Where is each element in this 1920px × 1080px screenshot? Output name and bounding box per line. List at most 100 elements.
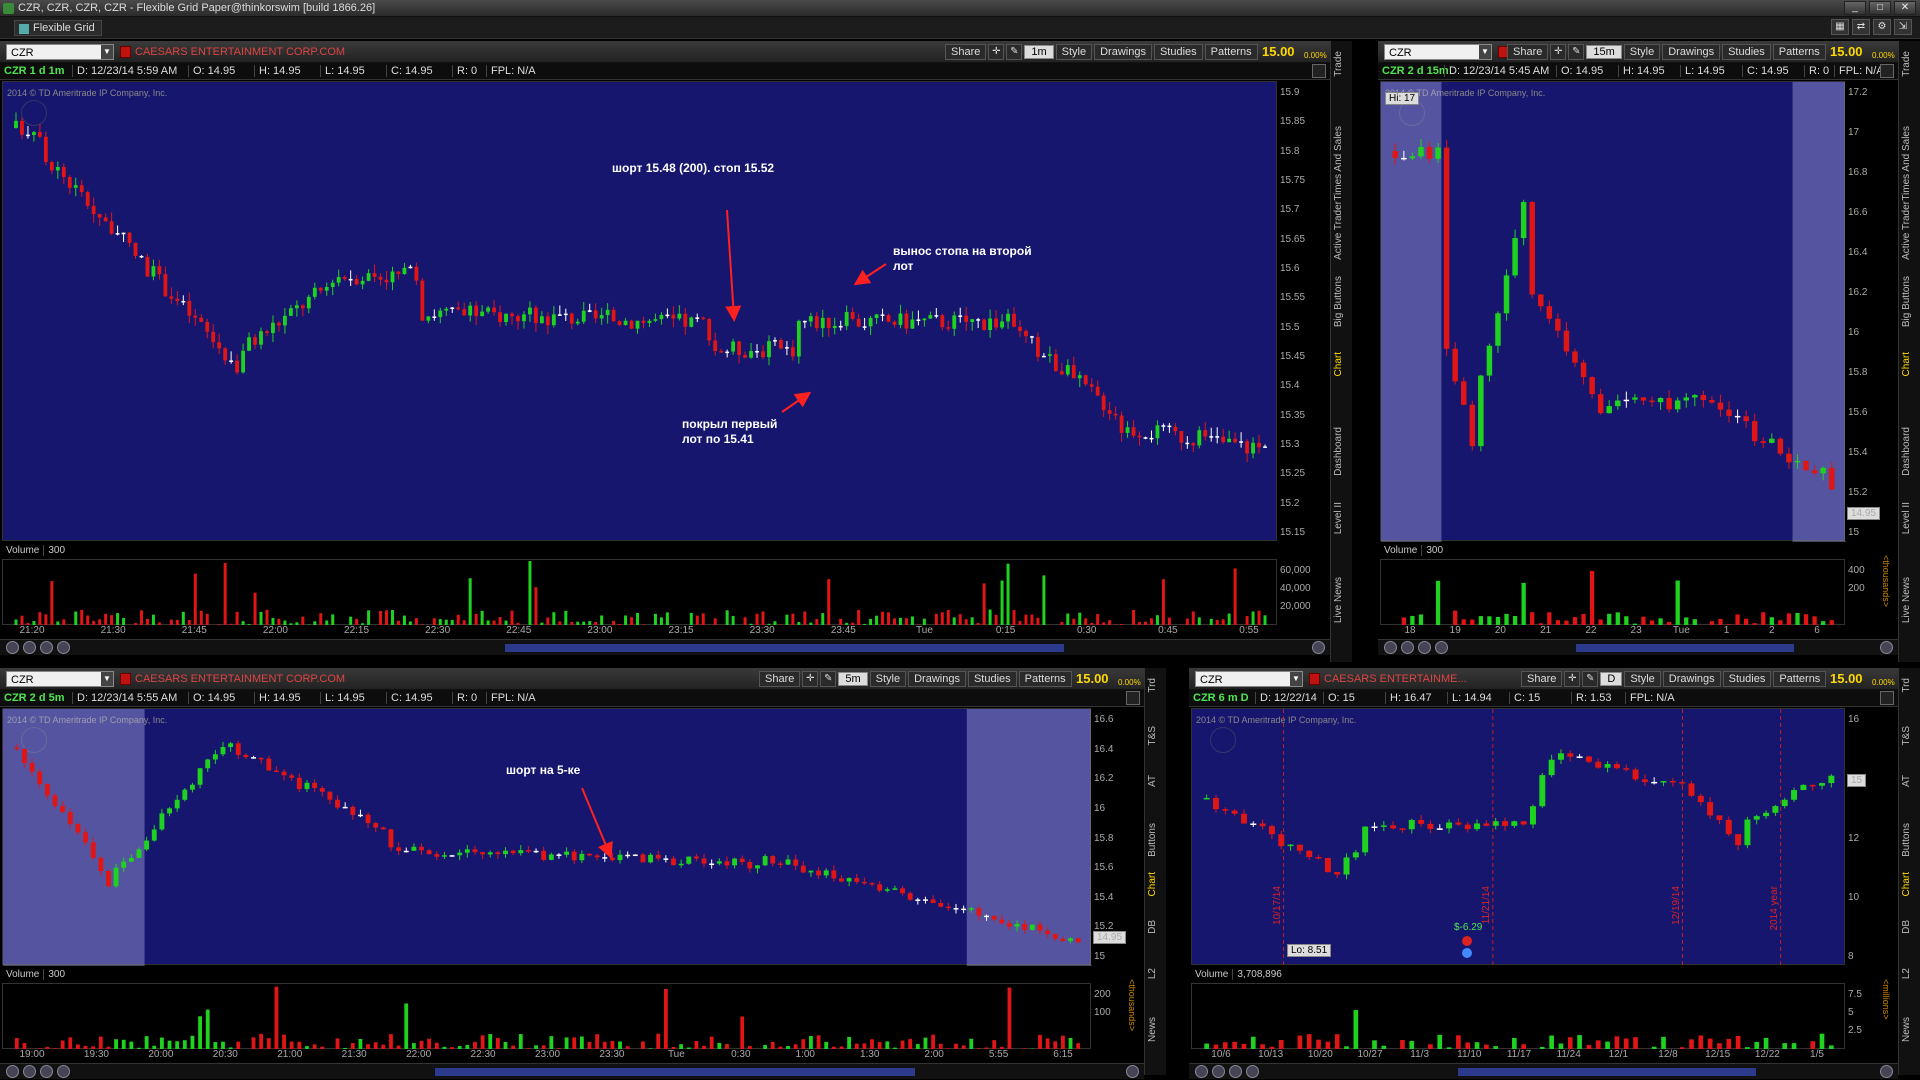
patterns-button[interactable]: Patterns — [1018, 671, 1072, 687]
zoom-out-icon[interactable] — [1401, 641, 1414, 654]
drawings-button[interactable]: Drawings — [1662, 44, 1721, 60]
crosshair-icon[interactable]: ✛ — [802, 671, 819, 687]
tab-big-buttons[interactable]: Big Buttons — [1333, 276, 1344, 327]
dividend-icon[interactable] — [1462, 936, 1472, 946]
patterns-button[interactable]: Patterns — [1772, 44, 1826, 60]
time-axis[interactable]: 10/6 10/13 10/20 10/27 11/3 11/10 11/17 11/24 12… — [1191, 1049, 1845, 1063]
chart-settings-icon[interactable] — [1312, 64, 1326, 78]
zoom-in-icon[interactable] — [6, 1065, 19, 1078]
price-plot[interactable]: 2014 © TD Ameritrade IP Company, Inc. 10/… — [1191, 708, 1845, 966]
link-icon[interactable]: ⇄ — [1852, 19, 1870, 35]
wrench-icon[interactable]: ✎ — [1006, 44, 1023, 60]
tab-trd[interactable]: Trd — [1147, 678, 1158, 693]
tab-dashboard[interactable]: Dashboard — [1901, 427, 1912, 476]
studies-button[interactable]: Studies — [1153, 44, 1203, 60]
magnifier-icon[interactable] — [40, 641, 53, 654]
wrench-icon[interactable]: ✎ — [820, 671, 837, 687]
magnifier-icon[interactable] — [1229, 1065, 1242, 1078]
wrench-icon[interactable]: ✎ — [1582, 671, 1599, 687]
tab-news[interactable]: News — [1147, 1017, 1158, 1042]
tab-chart[interactable]: Chart — [1901, 872, 1912, 896]
crosshair-icon[interactable]: ✛ — [988, 44, 1005, 60]
tab-t-s[interactable]: T&S — [1901, 726, 1912, 745]
tab-live-news[interactable]: Live News — [1333, 577, 1344, 623]
tab-chart[interactable]: Chart — [1333, 352, 1344, 376]
tab-buttons[interactable]: Buttons — [1147, 823, 1158, 857]
symbol-dropdown-icon[interactable]: ▼ — [1290, 672, 1302, 686]
price-plot[interactable]: 2014 © TD Ameritrade IP Company, Inc. — [2, 81, 1277, 541]
studies-button[interactable]: Studies — [967, 671, 1017, 687]
patterns-button[interactable]: Patterns — [1773, 671, 1827, 687]
price-axis[interactable]: 16141210815 — [1845, 708, 1898, 965]
magnifier-icon[interactable] — [1418, 641, 1431, 654]
tab-buttons[interactable]: Buttons — [1901, 823, 1912, 857]
earnings-icon[interactable] — [1462, 948, 1472, 958]
tab-db[interactable]: DB — [1901, 920, 1912, 934]
expand-icon[interactable] — [1880, 641, 1893, 654]
tab-active-trader[interactable]: Active Trader — [1333, 201, 1344, 260]
pointer-icon[interactable] — [1435, 641, 1448, 654]
zoom-in-icon[interactable] — [1384, 641, 1397, 654]
volume-plot[interactable] — [1191, 983, 1845, 1050]
patterns-button[interactable]: Patterns — [1204, 44, 1258, 60]
price-axis[interactable]: 16.6 16.4 16.2 16 15.8 15.6 15.4 15.2 15 14.95 — [1091, 708, 1144, 965]
scrollbar[interactable] — [434, 1068, 916, 1076]
style-button[interactable]: Style — [1624, 671, 1661, 687]
symbol-input[interactable]: CZR ▼ — [6, 44, 114, 60]
tab-dashboard[interactable]: Dashboard — [1333, 427, 1344, 476]
tab-big-buttons[interactable]: Big Buttons — [1901, 276, 1912, 327]
time-axis[interactable]: 18 19 20 21 22 23 Tue 1 2 6 — [1380, 625, 1845, 639]
tab-l2[interactable]: L2 — [1901, 968, 1912, 979]
symbol-dropdown-icon[interactable]: ▼ — [101, 672, 113, 686]
crosshair-icon[interactable]: ✛ — [1564, 671, 1581, 687]
tab-level-ii[interactable]: Level II — [1333, 502, 1344, 534]
link-color-icon[interactable] — [120, 46, 131, 58]
scrollbar[interactable] — [505, 644, 1064, 652]
tab-chart[interactable]: Chart — [1901, 352, 1912, 376]
studies-button[interactable]: Studies — [1722, 671, 1772, 687]
drawings-button[interactable]: Drawings — [1662, 671, 1721, 687]
aggregation-selector[interactable]: 15m — [1586, 45, 1622, 59]
style-button[interactable]: Style — [1623, 44, 1661, 60]
drawings-button[interactable]: Drawings — [908, 671, 966, 687]
minimize-button[interactable]: _ — [1844, 1, 1866, 15]
aggregation-selector[interactable]: 1m — [1024, 45, 1054, 59]
share-button[interactable]: Share — [759, 671, 801, 687]
pointer-icon[interactable] — [1246, 1065, 1259, 1078]
scrollbar[interactable] — [1458, 1068, 1757, 1076]
chart-settings-icon[interactable] — [1880, 691, 1894, 705]
expand-icon[interactable] — [1880, 1065, 1893, 1078]
tab-news[interactable]: News — [1901, 1017, 1912, 1042]
tab-trade[interactable]: Trade — [1333, 51, 1344, 77]
zoom-out-icon[interactable] — [1212, 1065, 1225, 1078]
chart-settings-icon[interactable] — [1126, 691, 1140, 705]
symbol-dropdown-icon[interactable]: ▼ — [1479, 45, 1491, 59]
zoom-in-icon[interactable] — [6, 641, 19, 654]
flexible-grid-tab[interactable]: Flexible Grid — [14, 20, 102, 36]
aggregation-selector[interactable]: 5m — [838, 672, 868, 686]
link-color-icon[interactable] — [120, 673, 131, 685]
tab-db[interactable]: DB — [1147, 920, 1158, 934]
symbol-input[interactable]: CZR ▼ — [1384, 44, 1492, 60]
tab-t-s[interactable]: T&S — [1147, 726, 1158, 745]
style-button[interactable]: Style — [869, 671, 907, 687]
magnifier-icon[interactable] — [40, 1065, 53, 1078]
close-button[interactable]: ✕ — [1894, 1, 1916, 15]
share-button[interactable]: Share — [945, 44, 987, 60]
share-button[interactable]: Share — [1521, 671, 1563, 687]
wrench-icon[interactable]: ✎ — [1568, 44, 1585, 60]
tab-at[interactable]: AT — [1147, 775, 1158, 787]
pointer-icon[interactable] — [57, 641, 70, 654]
tab-trd[interactable]: Trd — [1901, 678, 1912, 693]
zoom-in-icon[interactable] — [1195, 1065, 1208, 1078]
tab-active-trader[interactable]: Active Trader — [1901, 201, 1912, 260]
price-axis[interactable]: 15.9 15.85 15.8 15.75 15.7 15.65 15.6 15.55 15.5… — [1277, 81, 1330, 541]
zoom-out-icon[interactable] — [23, 1065, 36, 1078]
price-plot[interactable]: 2014 © TD Ameritrade IP Company, Inc. — [2, 708, 1092, 966]
drawings-button[interactable]: Drawings — [1094, 44, 1152, 60]
symbol-dropdown-icon[interactable]: ▼ — [101, 45, 113, 59]
tab-l2[interactable]: L2 — [1147, 968, 1158, 979]
settings-icon[interactable]: ⚙ — [1873, 19, 1891, 35]
symbol-input[interactable]: CZR ▼ — [1195, 671, 1303, 687]
price-plot[interactable]: 2014 © TD Ameritrade IP Company, Inc. Hi:… — [1380, 81, 1846, 542]
